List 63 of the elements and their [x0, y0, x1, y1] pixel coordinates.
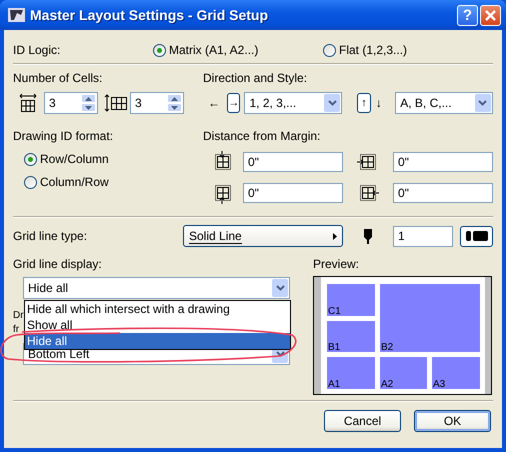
radio-option[interactable]: Column/Row [24, 175, 203, 189]
chevron-down-icon[interactable] [276, 285, 284, 291]
radio-option[interactable]: Flat (1,2,3...) [323, 43, 408, 57]
dropdown-option[interactable]: Show all [25, 317, 290, 333]
chevron-down-icon[interactable] [328, 100, 337, 106]
margin-input[interactable]: 0" [393, 152, 493, 172]
dialog-button[interactable]: OK [414, 410, 491, 432]
cell-id: B2 [381, 342, 394, 353]
cell-id: A3 [433, 379, 446, 390]
direction-button[interactable]: ↑ [357, 93, 371, 113]
cell-id: C1 [328, 306, 341, 317]
preview-cell [327, 284, 375, 316]
lettering-style-dropdown[interactable]: A, B, C,... [395, 92, 493, 114]
pen-icon [363, 228, 373, 244]
close-button[interactable] [480, 4, 501, 26]
up-arrow-icon[interactable] [171, 96, 178, 100]
dropdown-option[interactable]: Hide all which intersect with a drawing [25, 301, 290, 317]
down-arrow-icon[interactable] [171, 106, 178, 110]
margin-input[interactable]: 0" [393, 183, 493, 203]
line-weight-icon [464, 230, 488, 242]
drawing-id-format-label: Drawing ID format: [13, 129, 114, 143]
grid-line-display-dropdown[interactable]: Hide all [23, 277, 290, 299]
direction-style-label: Direction and Style: [203, 71, 308, 85]
rows-grid-icon [104, 93, 128, 113]
arrow-glyph: ↓ [376, 96, 383, 110]
pen-number-input[interactable]: 1 [393, 226, 453, 246]
numbering-style-dropdown[interactable]: 1, 2, 3,... [244, 92, 342, 114]
margin-input[interactable]: 0" [243, 183, 343, 203]
chevron-down-icon[interactable] [478, 100, 488, 106]
cell-id: A1 [328, 379, 340, 390]
line-weight-button[interactable] [460, 226, 493, 246]
window-title: Master Layout Settings - Grid Setup [30, 7, 270, 23]
margin-input[interactable]: 0" [243, 152, 343, 172]
dialog-button[interactable]: Cancel [324, 410, 401, 432]
cell-id: A2 [381, 379, 394, 390]
label-fragment: fr [13, 323, 20, 337]
columns-grid-icon [18, 93, 38, 113]
columns-spinner[interactable]: 3 [44, 92, 98, 114]
radio-option[interactable]: Row/Column [24, 152, 203, 166]
preview-cell [327, 321, 375, 352]
close-icon [484, 8, 497, 22]
label-fragment: Dr [13, 309, 24, 323]
id-logic-label: ID Logic: [13, 43, 62, 57]
chevron-down-icon[interactable] [276, 351, 284, 357]
number-of-cells-label: Number of Cells: [13, 71, 104, 85]
arrow-glyph: ← [208, 96, 220, 110]
triangle-right-icon [333, 232, 337, 240]
grid-line-display-label: Grid line display: [13, 257, 103, 271]
cell-id: B1 [328, 342, 340, 353]
preview-cell [327, 357, 375, 389]
distance-from-margin-label: Distance from Margin: [203, 129, 320, 143]
preview-cell [432, 357, 480, 389]
up-arrow-icon[interactable] [85, 96, 92, 100]
line-type-button[interactable]: Solid Line [183, 225, 343, 247]
app-icon [8, 7, 25, 23]
grid-line-type-label: Grid line type: [13, 229, 88, 243]
direction-button[interactable]: → [227, 93, 240, 113]
down-arrow-icon[interactable] [85, 106, 92, 110]
preview-cell [380, 357, 427, 389]
rows-spinner[interactable]: 3 [130, 92, 184, 114]
radio-option[interactable]: Matrix (A1, A2...) [153, 43, 323, 57]
dropdown-option[interactable]: Hide all [25, 333, 290, 349]
preview-label: Preview: [313, 257, 360, 271]
